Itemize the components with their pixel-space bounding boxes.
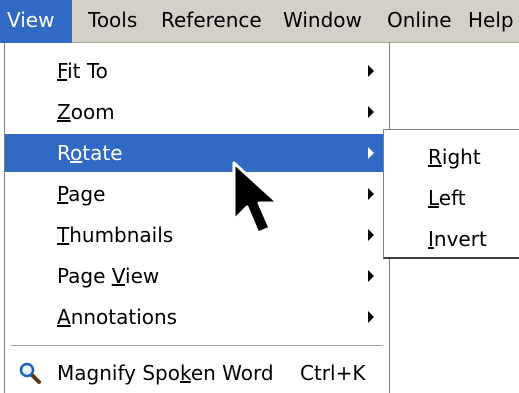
menu-item-annotations-label: Annotations: [57, 305, 178, 329]
menu-bar: View Tools Reference Window Online Help: [0, 0, 519, 43]
menu-tools-label: Tools: [88, 8, 138, 32]
menu-item-zoom[interactable]: Zoom: [5, 93, 389, 131]
menu-item-page-label: Page: [57, 182, 106, 206]
menu-item-annotations[interactable]: Annotations: [5, 298, 389, 336]
submenu-item-left[interactable]: Left: [384, 179, 519, 217]
menu-tools[interactable]: Tools: [88, 0, 137, 43]
menu-reference-label: Reference: [161, 8, 262, 32]
submenu-item-right-label: Right: [428, 145, 481, 169]
shortcut-label: Ctrl+K: [300, 361, 366, 385]
mouse-cursor-icon: [232, 161, 280, 235]
menu-item-page-view-label: Page View: [57, 264, 160, 288]
menu-window-label: Window: [283, 8, 362, 32]
magnifier-icon: [19, 362, 41, 384]
menu-item-fit-to[interactable]: Fit To: [5, 52, 389, 90]
menu-item-thumbnails[interactable]: Thumbnails: [5, 216, 389, 254]
menu-item-rotate[interactable]: Rotate: [5, 134, 389, 172]
submenu-arrow-icon: [368, 65, 374, 77]
menu-help-label: Help: [468, 8, 514, 32]
menu-item-zoom-label: Zoom: [57, 100, 115, 124]
rotate-submenu: Right Left Invert: [383, 129, 519, 259]
menu-reference[interactable]: Reference: [161, 0, 262, 43]
menu-item-thumbnails-label: Thumbnails: [57, 223, 174, 247]
menu-online-label: Online: [387, 8, 452, 32]
menu-help[interactable]: Help: [468, 0, 514, 43]
menu-item-fit-to-label: Fit To: [57, 59, 108, 83]
menu-item-magnify-spoken-word[interactable]: Magnify Spoken Word Ctrl+K: [5, 354, 389, 392]
menu-view[interactable]: View: [0, 0, 72, 43]
menu-window[interactable]: Window: [283, 0, 362, 43]
menu-item-magnify-label: Magnify Spoken Word: [57, 361, 274, 385]
menu-online[interactable]: Online: [387, 0, 452, 43]
submenu-item-invert[interactable]: Invert: [384, 220, 519, 258]
menu-separator: [11, 345, 383, 347]
menu-view-label: View: [7, 8, 55, 32]
view-dropdown-menu: Fit To Zoom Rotate Page Thumbnails Page …: [4, 43, 390, 393]
submenu-arrow-icon: [368, 147, 374, 159]
menu-item-page-view[interactable]: Page View: [5, 257, 389, 295]
submenu-arrow-icon: [368, 188, 374, 200]
submenu-item-invert-label: Invert: [428, 227, 487, 251]
menu-item-rotate-label: Rotate: [57, 141, 123, 165]
submenu-arrow-icon: [368, 270, 374, 282]
submenu-arrow-icon: [368, 229, 374, 241]
submenu-arrow-icon: [368, 311, 374, 323]
submenu-arrow-icon: [368, 106, 374, 118]
submenu-item-left-label: Left: [428, 186, 466, 210]
menu-item-page[interactable]: Page: [5, 175, 389, 213]
submenu-item-right[interactable]: Right: [384, 138, 519, 176]
